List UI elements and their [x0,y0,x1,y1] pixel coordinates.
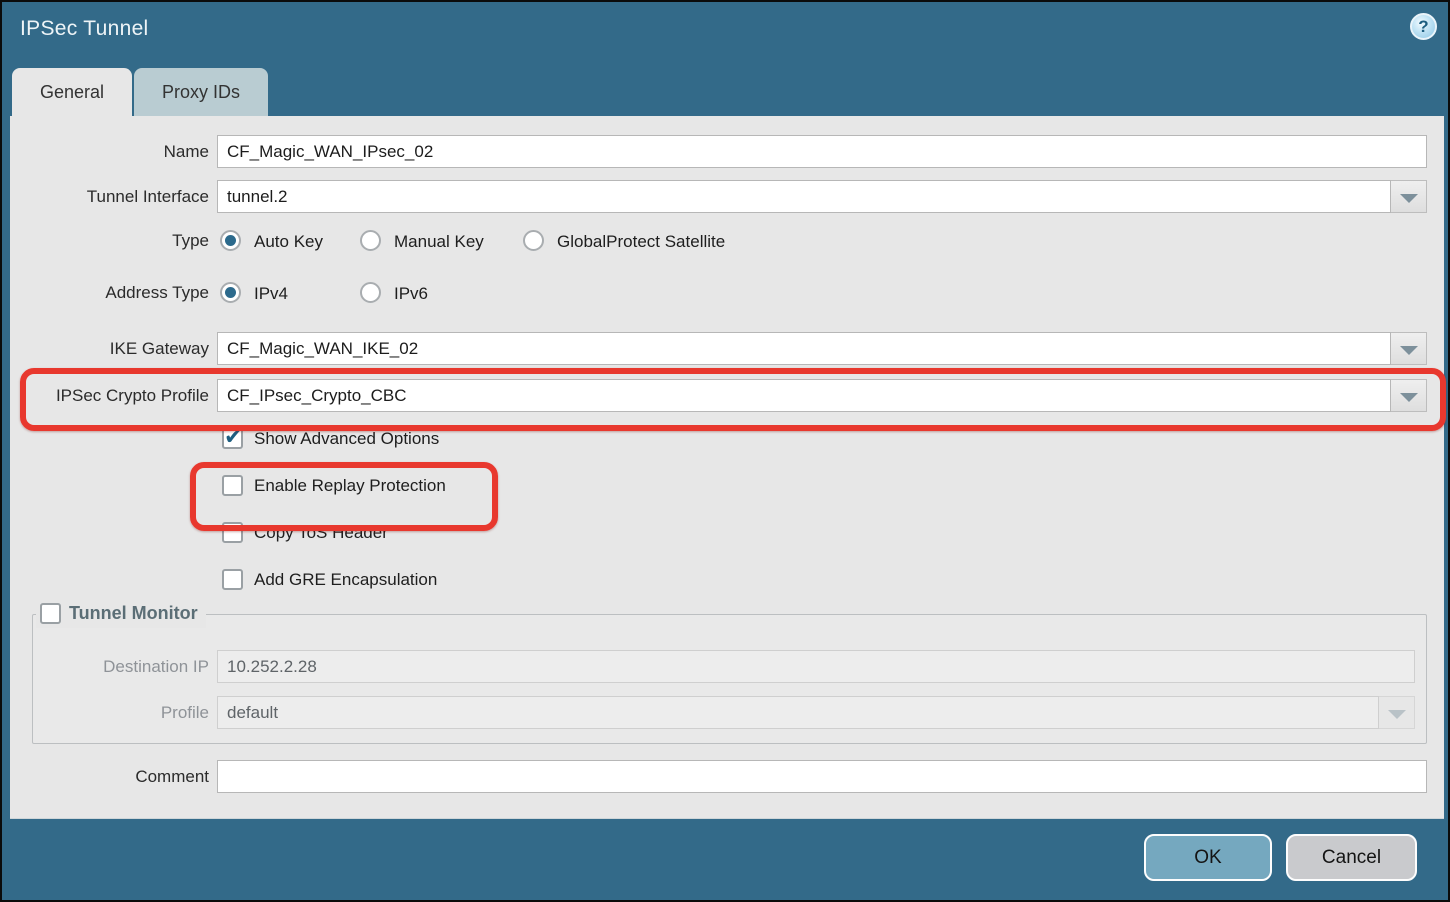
radio-auto-key[interactable] [220,230,241,251]
checkbox-copy-tos-header-label: Copy ToS Header [254,521,388,545]
type-label: Type [10,228,209,254]
tunnel-interface-input[interactable] [217,180,1391,213]
destination-ip-input [217,650,1415,683]
radio-ipv6[interactable] [360,282,381,303]
radio-ipv6-label: IPv6 [394,283,428,305]
tab-proxy-ids[interactable]: Proxy IDs [134,68,268,116]
checkbox-enable-replay-protection-label: Enable Replay Protection [254,474,446,498]
tunnel-interface-dropdown-button[interactable] [1391,180,1427,213]
name-label: Name [10,135,209,168]
ike-gateway-label: IKE Gateway [10,332,209,365]
ipsec-tunnel-dialog: IPSec Tunnel ? General Proxy IDs Name Tu… [0,0,1450,902]
ike-gateway-input[interactable] [217,332,1391,365]
help-icon[interactable]: ? [1410,13,1437,40]
ike-gateway-dropdown-button[interactable] [1391,332,1427,365]
radio-manual-key-label: Manual Key [394,231,484,253]
chevron-down-icon [1388,710,1406,719]
checkbox-add-gre-encapsulation-label: Add GRE Encapsulation [254,568,437,592]
comment-input[interactable] [217,760,1427,793]
profile-label: Profile [10,696,209,729]
radio-ipv4[interactable] [220,282,241,303]
radio-ipv4-label: IPv4 [254,283,288,305]
ok-button[interactable]: OK [1144,834,1272,881]
address-type-label: Address Type [10,280,209,306]
tunnel-interface-label: Tunnel Interface [10,180,209,213]
profile-dropdown-button [1379,696,1415,729]
checkbox-add-gre-encapsulation[interactable]: ✔ [222,569,243,590]
profile-input [217,696,1379,729]
checkbox-copy-tos-header[interactable]: ✔ [222,522,243,543]
checkbox-show-advanced-options-label: Show Advanced Options [254,427,439,451]
chevron-down-icon [1400,194,1418,203]
radio-globalprotect-satellite[interactable] [523,230,544,251]
checkbox-show-advanced-options[interactable]: ✔ [222,428,243,449]
tab-bar: General Proxy IDs [12,68,270,116]
checkmark-icon: ✔ [224,424,242,450]
tunnel-monitor-legend: ✔ Tunnel Monitor [36,598,206,628]
tab-general[interactable]: General [12,68,132,116]
chevron-down-icon [1400,346,1418,355]
cancel-button[interactable]: Cancel [1286,834,1417,881]
radio-globalprotect-satellite-label: GlobalProtect Satellite [557,231,725,253]
radio-manual-key[interactable] [360,230,381,251]
dialog-footer: OK Cancel [2,819,1448,902]
ipsec-crypto-profile-input[interactable] [217,379,1391,412]
destination-ip-label: Destination IP [10,650,209,683]
tunnel-monitor-label: Tunnel Monitor [69,603,198,624]
ipsec-crypto-profile-dropdown-button[interactable] [1391,379,1427,412]
dialog-title: IPSec Tunnel [20,17,149,41]
comment-label: Comment [10,760,209,793]
radio-auto-key-label: Auto Key [254,231,323,253]
chevron-down-icon [1400,393,1418,402]
checkbox-enable-replay-protection[interactable]: ✔ [222,475,243,496]
checkbox-tunnel-monitor[interactable]: ✔ [40,603,61,624]
title-bar: IPSec Tunnel ? [2,2,1448,60]
name-input[interactable] [217,135,1427,168]
general-tab-panel: Name Tunnel Interface Type Auto Key Manu… [10,116,1444,819]
ipsec-crypto-profile-label: IPSec Crypto Profile [10,379,209,412]
